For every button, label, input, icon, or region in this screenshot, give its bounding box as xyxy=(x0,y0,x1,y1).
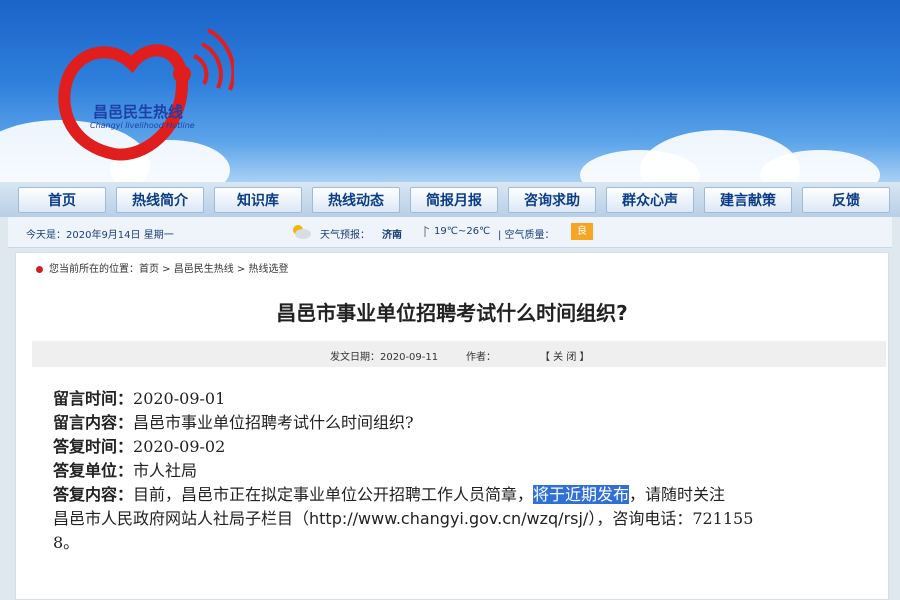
qa-content: 留言时间：2020-09-01 留言内容：昌邑市事业单位招聘考试什么时间组织? … xyxy=(53,387,873,555)
weather-temp: 19℃~26℃ xyxy=(434,226,491,237)
bullet-icon xyxy=(36,265,43,273)
selected-text[interactable]: 将于近期发布 xyxy=(533,485,630,504)
nav-feedback[interactable]: 反馈 xyxy=(802,187,890,213)
message-content-label: 留言内容： xyxy=(53,413,134,432)
reply-unit: 市人社局 xyxy=(133,461,198,480)
publish-date: 发文日期：2020-09-11 xyxy=(330,352,439,363)
message-content-row: 留言内容：昌邑市事业单位招聘考试什么时间组织? xyxy=(53,411,873,435)
reply-content-line3: 8。 xyxy=(53,531,873,555)
nav-knowledge[interactable]: 知识库 xyxy=(214,187,302,213)
reply-time-label: 答复时间： xyxy=(53,437,134,456)
nav-consult[interactable]: 咨询求助 xyxy=(508,187,596,213)
article-panel: 您当前所在的位置：首页 > 昌邑民生热线 > 热线选登 昌邑市事业单位招聘考试什… xyxy=(15,252,889,600)
reply-time: 2020-09-02 xyxy=(133,437,226,456)
header-banner: 昌邑民生热线 Changyi livelihood Hotline xyxy=(0,0,900,182)
reply-content-line2: 昌邑市人民政府网站人社局子栏目（http://www.changyi.gov.c… xyxy=(53,507,873,531)
aqi-badge: 良 xyxy=(571,223,593,240)
reply-text: 8。 xyxy=(53,533,80,552)
reply-unit-label: 答复单位： xyxy=(53,461,134,480)
hotline-logo xyxy=(58,28,234,161)
wind-icon xyxy=(424,226,430,237)
logo-text: 昌邑民生热线 xyxy=(93,103,184,121)
nav-suggestions[interactable]: 建言献策 xyxy=(704,187,792,213)
reply-content-row: 答复内容：目前，昌邑市正在拟定事业单位公开招聘工作人员简章，将于近期发布，请随时… xyxy=(53,483,873,507)
message-time-row: 留言时间：2020-09-01 xyxy=(53,387,873,411)
main-nav: 首页 热线简介 知识库 热线动态 简报月报 咨询求助 群众心声 建言献策 反馈 xyxy=(0,182,900,217)
reply-text: ，请随时关注 xyxy=(629,485,726,504)
nav-home[interactable]: 首页 xyxy=(18,187,106,213)
message-time: 2020-09-01 xyxy=(133,389,226,408)
info-bar: 今天是：2020年9月14日 星期一 天气预报： 济南 19℃~26℃ | 空气… xyxy=(8,217,892,248)
nav-voices[interactable]: 群众心声 xyxy=(606,187,694,213)
today-date: 今天是：2020年9月14日 星期一 xyxy=(26,230,174,241)
reply-text: ），咨询电话：721155 xyxy=(588,509,754,528)
reply-text: 目前，昌邑市正在拟定事业单位公开招聘工作人员简章， xyxy=(133,485,534,504)
nav-news[interactable]: 热线动态 xyxy=(312,187,400,213)
logo-subtext: Changyi livelihood Hotline xyxy=(90,121,195,130)
weather-city: 济南 xyxy=(382,230,402,241)
weather-icon xyxy=(293,225,311,239)
reply-unit-row: 答复单位：市人社局 xyxy=(53,459,873,483)
message-content: 昌邑市事业单位招聘考试什么时间组织? xyxy=(133,413,414,432)
reply-text: 昌邑市人民政府网站人社局子栏目（ xyxy=(53,509,310,528)
author-label: 作者： xyxy=(466,352,496,363)
message-time-label: 留言时间： xyxy=(53,389,134,408)
close-link[interactable]: 【 关 闭 】 xyxy=(540,348,590,363)
breadcrumb-text[interactable]: 您当前所在的位置：首页 > 昌邑民生热线 > 热线选登 xyxy=(49,264,288,275)
breadcrumb: 您当前所在的位置：首页 > 昌邑民生热线 > 热线选登 xyxy=(36,260,288,275)
weather-label: 天气预报： xyxy=(320,230,370,241)
nav-reports[interactable]: 简报月报 xyxy=(410,187,498,213)
website-link[interactable]: http://www.changyi.gov.cn/wzq/rsj/ xyxy=(309,509,588,528)
article-title: 昌邑市事业单位招聘考试什么时间组织? xyxy=(276,301,628,325)
reply-time-row: 答复时间：2020-09-02 xyxy=(53,435,873,459)
aqi-label: | 空气质量： xyxy=(498,230,555,241)
article-meta: 发文日期：2020-09-11 作者： 【 关 闭 】 xyxy=(32,341,886,367)
nav-intro[interactable]: 热线简介 xyxy=(116,187,204,213)
reply-content-label: 答复内容： xyxy=(53,485,134,504)
